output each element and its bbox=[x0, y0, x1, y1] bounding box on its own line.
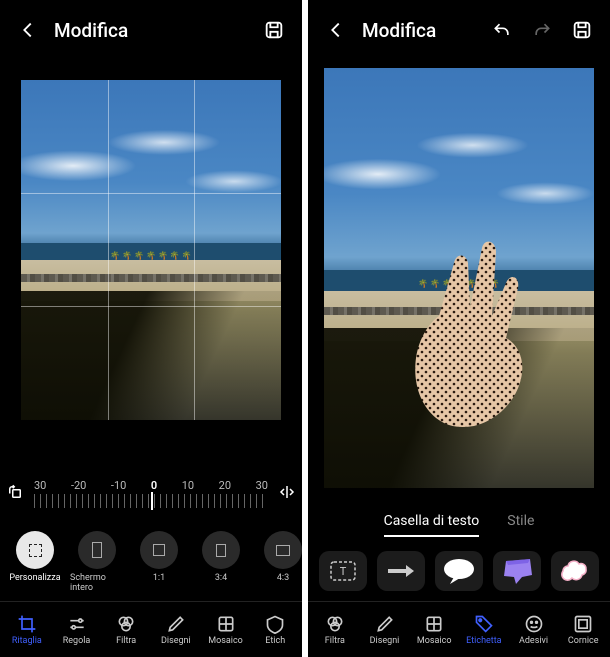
back-icon[interactable] bbox=[322, 16, 350, 44]
page-title: Modifica bbox=[54, 19, 128, 42]
chip-custom[interactable]: Personalizza bbox=[8, 531, 62, 593]
rotate-90-icon[interactable] bbox=[4, 481, 26, 503]
label-canvas[interactable]: 🌴 🌴 🌴 🌴 🌴 🌴 🌴 bbox=[308, 60, 610, 505]
palette-bubble-purple[interactable] bbox=[493, 551, 541, 591]
label-editor-screen: Modifica 🌴 🌴 🌴 🌴 🌴 🌴 🌴 bbox=[308, 0, 610, 657]
tab-draw[interactable]: Disegni bbox=[360, 614, 410, 646]
tab-draw[interactable]: Disegni bbox=[151, 614, 201, 646]
tab-label[interactable]: Etichetta bbox=[459, 614, 509, 646]
redo-icon[interactable] bbox=[528, 16, 556, 44]
tool-tabbar: Ritaglia Regola Filtra Disegni Mosaico E… bbox=[0, 601, 302, 657]
rotate-ruler[interactable] bbox=[34, 494, 268, 508]
tab-frame[interactable]: Cornice bbox=[558, 614, 608, 646]
palette-text-outline[interactable]: T bbox=[319, 551, 367, 591]
palette-bubble-cloud[interactable] bbox=[551, 551, 599, 591]
tool-tabbar: Filtra Disegni Mosaico Etichetta Adesivi… bbox=[308, 601, 610, 657]
save-icon[interactable] bbox=[568, 16, 596, 44]
label-subtabs: Casella di testo Stile bbox=[308, 505, 610, 543]
crop-frame[interactable] bbox=[21, 80, 281, 420]
chip-4-3[interactable]: 4:3 bbox=[256, 531, 302, 593]
back-icon[interactable] bbox=[14, 16, 42, 44]
tab-adjust[interactable]: Regola bbox=[52, 614, 102, 646]
photo-preview: 🌴 🌴 🌴 🌴 🌴 🌴 🌴 bbox=[324, 68, 594, 488]
tab-label-partial[interactable]: Etich bbox=[250, 614, 300, 646]
rotate-slider[interactable]: 30 -20 -10 0 10 20 30 bbox=[0, 475, 302, 527]
undo-icon[interactable] bbox=[488, 16, 516, 44]
chip-1-1[interactable]: 1:1 bbox=[132, 531, 186, 593]
aspect-ratio-chips: Personalizza Schermo intero 1:1 3:4 4:3 bbox=[0, 527, 302, 601]
palette-arrow[interactable] bbox=[377, 551, 425, 591]
tab-filter[interactable]: Filtra bbox=[101, 614, 151, 646]
chip-3-4[interactable]: 3:4 bbox=[194, 531, 248, 593]
photo-preview: 🌴 🌴 🌴 🌴 🌴 🌴 🌴 bbox=[21, 80, 281, 420]
topbar: Modifica bbox=[308, 0, 610, 60]
tab-filter[interactable]: Filtra bbox=[310, 614, 360, 646]
palette-bubble-white[interactable] bbox=[435, 551, 483, 591]
chip-fullscreen[interactable]: Schermo intero bbox=[70, 531, 124, 593]
topbar: Modifica bbox=[0, 0, 302, 60]
crop-editor-screen: Modifica 🌴 🌴 🌴 🌴 🌴 🌴 🌴 bbox=[0, 0, 302, 657]
tab-mosaic[interactable]: Mosaico bbox=[201, 614, 251, 646]
flip-horizontal-icon[interactable] bbox=[276, 481, 298, 503]
tab-mosaic[interactable]: Mosaico bbox=[409, 614, 459, 646]
page-title: Modifica bbox=[362, 19, 436, 42]
sticker-palette: T bbox=[308, 543, 610, 601]
tab-crop[interactable]: Ritaglia bbox=[2, 614, 52, 646]
subtab-style[interactable]: Stile bbox=[507, 513, 534, 537]
crop-canvas[interactable]: 🌴 🌴 🌴 🌴 🌴 🌴 🌴 bbox=[0, 60, 302, 475]
rotate-tick-labels: 30 -20 -10 0 10 20 30 bbox=[10, 479, 292, 492]
save-icon[interactable] bbox=[260, 16, 288, 44]
tab-sticker[interactable]: Adesivi bbox=[509, 614, 559, 646]
svg-text:T: T bbox=[340, 565, 347, 578]
subtab-textbox[interactable]: Casella di testo bbox=[384, 513, 480, 537]
